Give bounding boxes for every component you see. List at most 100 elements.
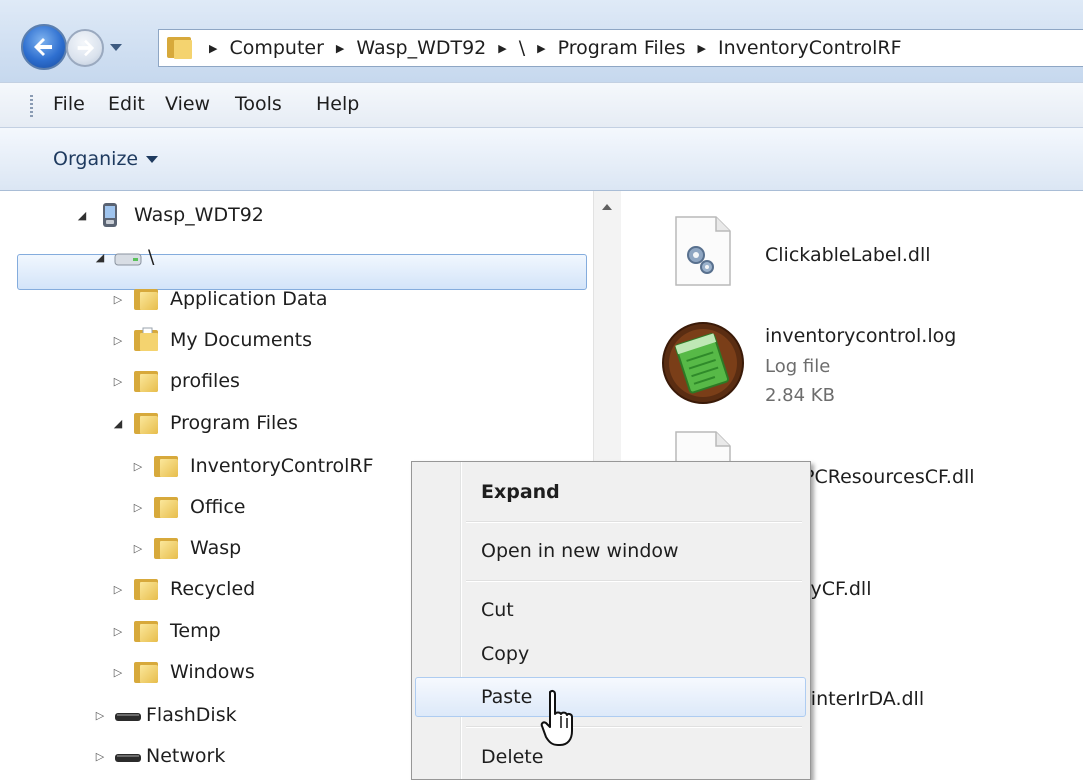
file-name: inventorycontrol.log [765, 325, 957, 347]
tree-item-root[interactable]: ◢ \ [90, 239, 155, 275]
breadcrumb-inventory-control-rf[interactable]: InventoryControlRF [718, 37, 902, 59]
file-type: Log file [765, 356, 831, 377]
breadcrumb-computer[interactable]: Computer [229, 37, 323, 59]
tree-item-flashdisk[interactable]: ▷ FlashDisk [90, 697, 237, 733]
menu-item-expand[interactable]: Expand [415, 475, 806, 509]
mobile-device-icon [103, 203, 117, 227]
folder-icon [152, 535, 180, 561]
tree-item-inventory-control-rf[interactable]: ▷ InventoryControlRF [128, 448, 374, 484]
expand-arrow-icon[interactable]: ▷ [108, 334, 128, 347]
menu-item-label: Paste [481, 686, 533, 708]
chevron-right-icon[interactable]: ▶ [537, 42, 545, 55]
tree-label: Wasp [190, 537, 242, 559]
expand-arrow-icon[interactable]: ▷ [108, 293, 128, 306]
address-bar: ▶ Computer ▶ Wasp_WDT92 ▶ \ ▶ Program Fi… [0, 0, 1083, 82]
folder-icon [132, 618, 160, 644]
menu-item-copy[interactable]: Copy [415, 637, 806, 671]
tree-item-program-files[interactable]: ◢ Program Files [108, 405, 298, 441]
menu-item-label: Open in new window [481, 540, 679, 562]
menu-item-open-new-window[interactable]: Open in new window [415, 534, 806, 568]
menu-view[interactable]: View [165, 93, 210, 115]
recent-pages-dropdown[interactable] [110, 44, 122, 51]
forward-button[interactable] [66, 29, 104, 67]
dll-file-icon [675, 216, 731, 286]
tree-item-network[interactable]: ▷ Network [90, 738, 226, 774]
expand-arrow-icon[interactable]: ▷ [90, 709, 110, 722]
tree-item-office[interactable]: ▷ Office [128, 489, 245, 525]
folder-icon [167, 37, 192, 59]
file-size: 2.84 KB [765, 385, 835, 406]
menu-separator [466, 726, 802, 728]
folder-icon [152, 453, 180, 479]
forward-arrow-icon [77, 39, 95, 57]
menu-edit[interactable]: Edit [108, 93, 145, 115]
notepad-log-icon [662, 322, 744, 404]
menu-item-cut[interactable]: Cut [415, 593, 806, 627]
menu-bar: File Edit View Tools Help [0, 82, 1083, 128]
breadcrumb-device[interactable]: Wasp_WDT92 [356, 37, 486, 59]
tree-item-wasp-wdt92[interactable]: ◢ Wasp_WDT92 [72, 197, 264, 233]
folder-icon [132, 286, 160, 312]
expand-arrow-icon[interactable]: ▷ [108, 583, 128, 596]
tree-item-windows[interactable]: ▷ Windows [108, 654, 255, 690]
menu-item-paste[interactable]: Paste [415, 677, 806, 717]
organize-label: Organize [53, 148, 139, 170]
expand-arrow-icon[interactable]: ▷ [128, 460, 148, 473]
chevron-right-icon[interactable]: ▶ [336, 42, 344, 55]
menu-separator [466, 580, 802, 582]
chevron-right-icon[interactable]: ▶ [498, 42, 506, 55]
collapse-arrow-icon[interactable]: ◢ [72, 209, 92, 222]
tree-label: InventoryControlRF [190, 455, 374, 477]
breadcrumb-root[interactable]: \ [519, 37, 525, 59]
expand-arrow-icon[interactable]: ▷ [90, 750, 110, 763]
drive-icon [115, 754, 141, 762]
documents-folder-icon [134, 327, 158, 351]
folder-icon [132, 368, 160, 394]
tree-label: Network [146, 745, 226, 767]
menu-tools[interactable]: Tools [235, 93, 282, 115]
drive-icon [114, 253, 142, 266]
chevron-right-icon[interactable]: ▶ [698, 42, 706, 55]
menu-item-label: Copy [481, 643, 530, 665]
tree-item-temp[interactable]: ▷ Temp [108, 613, 221, 649]
tree-item-wasp[interactable]: ▷ Wasp [128, 530, 241, 566]
expand-arrow-icon[interactable]: ▷ [108, 625, 128, 638]
back-button[interactable] [21, 24, 67, 70]
menu-item-delete[interactable]: Delete [415, 740, 806, 774]
scroll-up-icon[interactable] [602, 204, 612, 210]
address-input[interactable]: ▶ Computer ▶ Wasp_WDT92 ▶ \ ▶ Program Fi… [158, 29, 1083, 67]
expand-arrow-icon[interactable]: ▷ [108, 666, 128, 679]
tree-item-application-data[interactable]: ▷ Application Data [108, 281, 328, 317]
tree-label: Recycled [170, 578, 256, 600]
folder-icon [132, 659, 160, 685]
menu-item-label: Delete [481, 746, 544, 768]
folder-icon [152, 494, 180, 520]
tree-item-profiles[interactable]: ▷ profiles [108, 363, 240, 399]
menu-file[interactable]: File [53, 93, 85, 115]
menu-separator [466, 521, 802, 523]
context-menu: Expand Open in new window Cut Copy Paste… [411, 461, 811, 780]
collapse-arrow-icon[interactable]: ◢ [90, 251, 110, 264]
menu-help[interactable]: Help [316, 93, 359, 115]
tree-item-my-documents[interactable]: ▷ My Documents [108, 322, 312, 358]
tree-label: Office [190, 496, 246, 518]
drive-icon [115, 713, 141, 721]
expand-arrow-icon[interactable]: ▷ [128, 542, 148, 555]
tree-label: Wasp_WDT92 [134, 204, 264, 226]
file-name: PCResourcesCF.dll [803, 466, 975, 488]
tree-item-recycled[interactable]: ▷ Recycled [108, 571, 255, 607]
folder-icon [132, 410, 160, 436]
expand-arrow-icon[interactable]: ▷ [108, 375, 128, 388]
organize-button[interactable]: Organize [53, 148, 159, 170]
back-arrow-icon [34, 38, 52, 56]
tree-label: \ [148, 246, 155, 268]
collapse-arrow-icon[interactable]: ◢ [108, 417, 128, 430]
file-item-inventorycontrol-log[interactable] [660, 320, 746, 411]
tree-label: Application Data [170, 288, 328, 310]
breadcrumb-program-files[interactable]: Program Files [558, 37, 686, 59]
expand-arrow-icon[interactable]: ▷ [128, 501, 148, 514]
chevron-right-icon[interactable]: ▶ [209, 42, 217, 55]
tree-label: profiles [170, 370, 240, 392]
tree-label: My Documents [170, 329, 313, 351]
tree-label: FlashDisk [146, 704, 237, 726]
